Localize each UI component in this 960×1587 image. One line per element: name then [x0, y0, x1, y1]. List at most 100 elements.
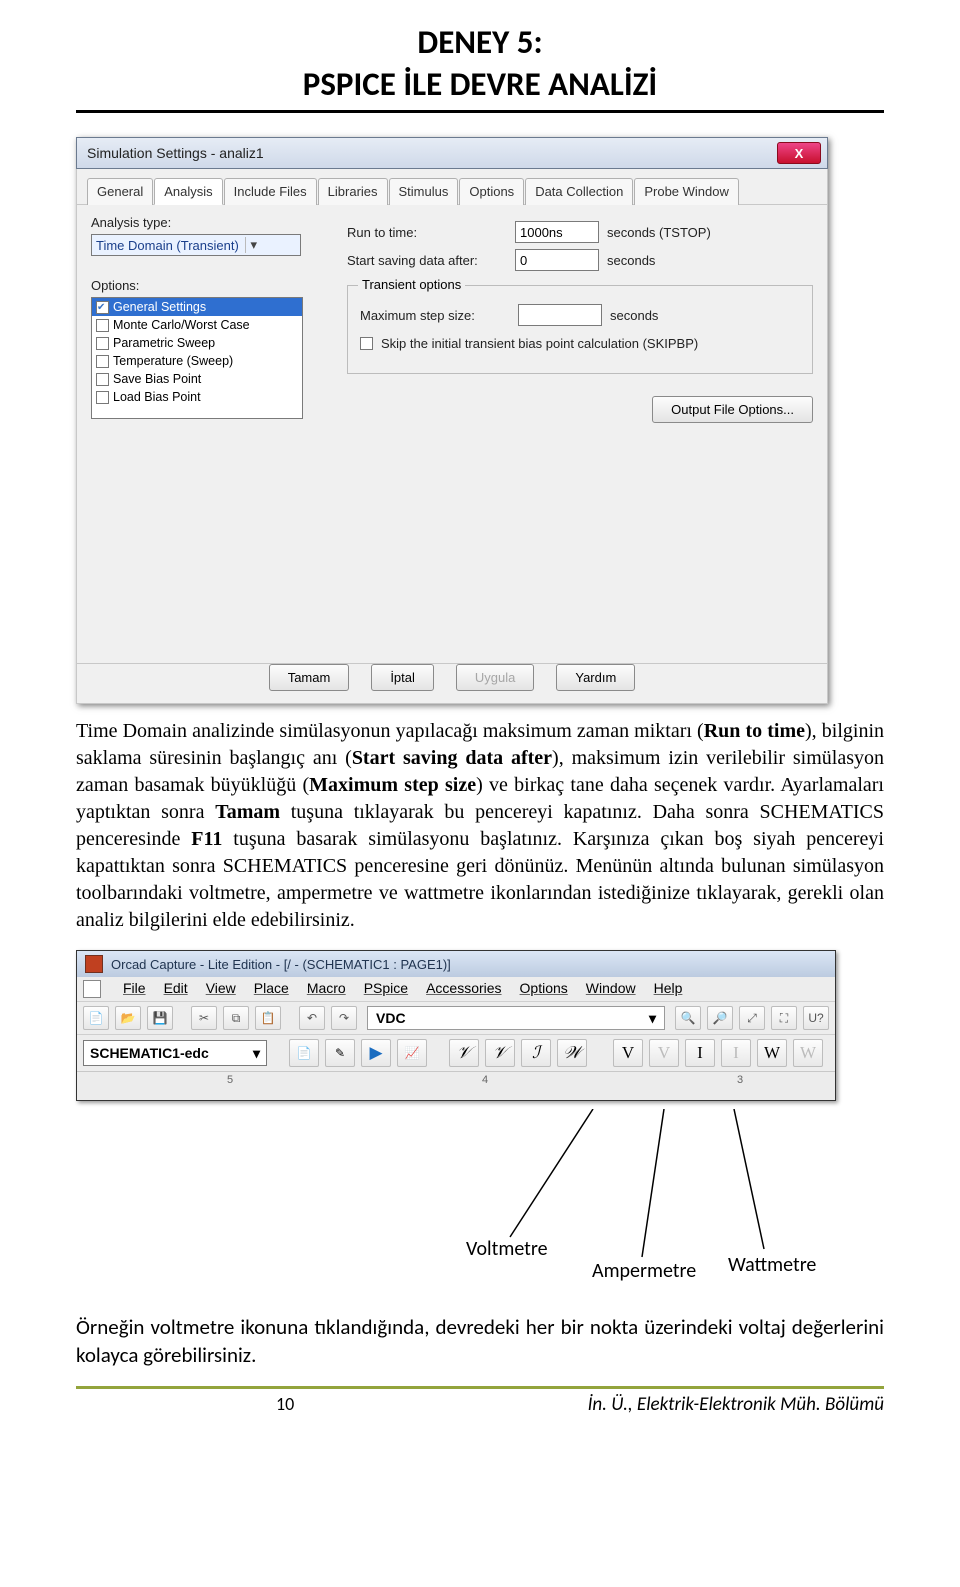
ammeter-button[interactable]: I — [685, 1039, 715, 1067]
dialog-tabs: General Analysis Include Files Libraries… — [76, 169, 828, 205]
doc-title-line2: PSPICE İLE DEVRE ANALİZİ — [76, 64, 884, 104]
page-footer: 10 İn. Ü., Elektrik-Elektronik Müh. Bölü… — [76, 1386, 884, 1416]
run-to-time-unit: seconds (TSTOP) — [607, 225, 711, 240]
analysis-type-combo[interactable]: Time Domain (Transient) ▾ — [91, 234, 301, 256]
schematic-combo[interactable]: SCHEMATIC1-edc ▾ — [83, 1040, 267, 1066]
cut-icon[interactable]: ✂ — [191, 1006, 217, 1030]
transient-group-title: Transient options — [358, 277, 465, 292]
option-temperature-sweep[interactable]: Temperature (Sweep) — [92, 352, 302, 370]
orcad-window: Orcad Capture - Lite Edition - [/ - (SCH… — [76, 950, 836, 1101]
sim-profile-icon[interactable]: 📄 — [289, 1039, 319, 1067]
ammeter-diff-button[interactable]: I — [721, 1039, 751, 1067]
open-icon[interactable]: 📂 — [115, 1006, 141, 1030]
copy-icon[interactable]: ⧉ — [223, 1006, 249, 1030]
option-label: General Settings — [113, 300, 206, 314]
menu-view[interactable]: View — [206, 980, 236, 998]
menu-accessories[interactable]: Accessories — [426, 980, 501, 998]
option-general-settings[interactable]: General Settings — [92, 298, 302, 316]
skip-checkbox[interactable] — [360, 337, 373, 350]
checkbox-icon — [96, 301, 109, 314]
tab-libraries[interactable]: Libraries — [318, 178, 388, 205]
help-button[interactable]: Yardım — [556, 664, 635, 691]
run-icon[interactable]: ▶ — [361, 1039, 391, 1067]
zoom-out-icon[interactable]: 🔎 — [707, 1006, 733, 1030]
tab-stimulus[interactable]: Stimulus — [389, 178, 459, 205]
zoom-area-icon[interactable]: ⤢ — [739, 1006, 765, 1030]
undo-icon[interactable]: ↶ — [299, 1006, 325, 1030]
help-icon[interactable]: U? — [803, 1006, 829, 1030]
redo-icon[interactable]: ↷ — [331, 1006, 357, 1030]
new-icon[interactable]: 📄 — [83, 1006, 109, 1030]
max-step-input[interactable] — [518, 304, 602, 326]
tab-general[interactable]: General — [87, 178, 153, 205]
option-label: Parametric Sweep — [113, 336, 215, 350]
paragraph-2: Örneğin voltmetre ikonuna tıklandığında,… — [76, 1313, 884, 1370]
cancel-button[interactable]: İptal — [371, 664, 434, 691]
para-text: Time Domain analizinde simülasyonun yapı… — [76, 720, 704, 742]
tab-data-collection[interactable]: Data Collection — [525, 178, 633, 205]
start-saving-unit: seconds — [607, 253, 655, 268]
label-voltmetre: Voltmetre — [466, 1237, 548, 1261]
doc-title-line1: DENEY 5: — [76, 22, 884, 62]
run-to-time-input[interactable] — [515, 221, 599, 243]
arrow-diagram: Voltmetre Ampermetre Wattmetre — [76, 1109, 836, 1299]
option-load-bias-point[interactable]: Load Bias Point — [92, 388, 302, 406]
option-monte-carlo[interactable]: Monte Carlo/Worst Case — [92, 316, 302, 334]
checkbox-icon — [96, 319, 109, 332]
marker-i-icon[interactable]: ℐ — [521, 1039, 551, 1067]
apply-button[interactable]: Uygula — [456, 664, 534, 691]
schematic-value: SCHEMATIC1-edc — [90, 1045, 209, 1061]
wattmeter-button[interactable]: W — [757, 1039, 787, 1067]
ok-button[interactable]: Tamam — [269, 664, 350, 691]
view-results-icon[interactable]: 📈 — [397, 1039, 427, 1067]
analysis-type-label: Analysis type: — [91, 215, 317, 230]
menu-help[interactable]: Help — [654, 980, 683, 998]
menu-window[interactable]: Window — [586, 980, 636, 998]
options-label: Options: — [91, 278, 317, 293]
option-label: Save Bias Point — [113, 372, 201, 386]
part-name-value: VDC — [376, 1010, 406, 1026]
tab-options[interactable]: Options — [459, 178, 524, 205]
chevron-down-icon: ▾ — [245, 237, 262, 253]
dialog-button-row: Tamam İptal Uygula Yardım — [76, 664, 828, 704]
footer-right: İn. Ü., Elektrik-Elektronik Müh. Bölümü — [588, 1393, 884, 1416]
part-name-combo[interactable]: VDC ▾ — [367, 1006, 665, 1030]
voltmeter-diff-button[interactable]: V — [649, 1039, 679, 1067]
menu-edit[interactable]: Edit — [164, 980, 188, 998]
ruler-mark-4: 4 — [482, 1074, 488, 1086]
marker-v-icon[interactable]: 𝒱 — [449, 1039, 479, 1067]
options-listbox[interactable]: General Settings Monte Carlo/Worst Case … — [91, 297, 303, 419]
menu-file[interactable]: File — [123, 980, 146, 998]
option-save-bias-point[interactable]: Save Bias Point — [92, 370, 302, 388]
para-bold: Maximum step size — [309, 774, 476, 796]
menu-options[interactable]: Options — [520, 980, 568, 998]
wattmeter-diff-button[interactable]: W — [793, 1039, 823, 1067]
analysis-type-value: Time Domain (Transient) — [96, 238, 239, 253]
zoom-in-icon[interactable]: 🔍 — [675, 1006, 701, 1030]
dialog-titlebar[interactable]: Simulation Settings - analiz1 X — [76, 137, 828, 169]
label-ampermetre: Ampermetre — [592, 1259, 696, 1283]
start-saving-input[interactable] — [515, 249, 599, 271]
marker-w-icon[interactable]: 𝒲 — [557, 1039, 587, 1067]
paste-icon[interactable]: 📋 — [255, 1006, 281, 1030]
voltmeter-button[interactable]: V — [613, 1039, 643, 1067]
zoom-fit-icon[interactable]: ⛶ — [771, 1006, 797, 1030]
checkbox-icon — [96, 373, 109, 386]
tab-include-files[interactable]: Include Files — [224, 178, 317, 205]
ruler-mark-5: 5 — [227, 1074, 233, 1086]
tab-analysis[interactable]: Analysis — [154, 178, 222, 205]
save-icon[interactable]: 💾 — [147, 1006, 173, 1030]
menu-place[interactable]: Place — [254, 980, 289, 998]
option-parametric-sweep[interactable]: Parametric Sweep — [92, 334, 302, 352]
output-file-options-button[interactable]: Output File Options... — [652, 396, 813, 423]
max-step-label: Maximum step size: — [360, 308, 510, 323]
marker-vdiff-icon[interactable]: 𝒱 — [485, 1039, 515, 1067]
label-wattmetre: Wattmetre — [728, 1253, 816, 1277]
orcad-titlebar[interactable]: Orcad Capture - Lite Edition - [/ - (SCH… — [77, 951, 835, 977]
checkbox-icon — [96, 391, 109, 404]
menu-pspice[interactable]: PSpice — [364, 980, 408, 998]
sim-edit-icon[interactable]: ✎ — [325, 1039, 355, 1067]
menu-macro[interactable]: Macro — [307, 980, 346, 998]
close-button[interactable]: X — [777, 142, 821, 164]
tab-probe-window[interactable]: Probe Window — [634, 178, 739, 205]
